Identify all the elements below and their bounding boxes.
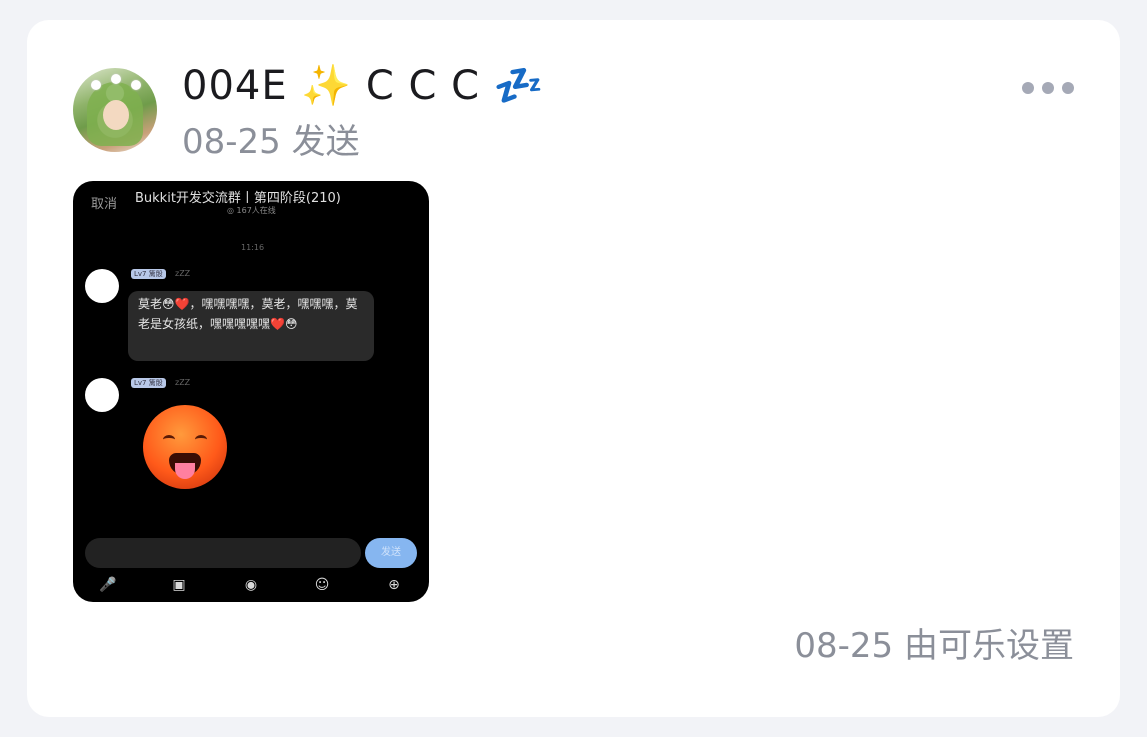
- member-tag: Lv7 篱骰: [131, 269, 166, 279]
- cancel-label: 取消: [91, 197, 118, 212]
- emoji-icon: ☺: [314, 577, 330, 593]
- message-time: 11:16: [241, 243, 265, 252]
- send-button: 发送: [365, 538, 417, 568]
- group-title: Bukkit开发交流群丨第四阶段(210): [135, 191, 341, 206]
- post-card: 004E ✨ C C C 💤 08-25 发送 取消 Bukkit开发交流群丨第…: [27, 20, 1120, 717]
- chat-avatar: [85, 269, 119, 303]
- camera-icon: ◉: [244, 577, 258, 593]
- avatar[interactable]: [73, 68, 157, 152]
- flower-icon: [91, 80, 101, 90]
- emoji-eye: [163, 435, 175, 444]
- chat-avatar: [85, 378, 119, 412]
- message-input: [85, 538, 361, 568]
- message-bubble: 莫老😳❤️，嘿嘿嘿嘿，莫老，嘿嘿嘿，莫老是女孩纸，嘿嘿嘿嘿嘿❤️😳: [128, 291, 374, 361]
- emoji-tongue: [175, 463, 195, 479]
- online-count: ◎ 167人在线: [227, 206, 276, 215]
- ellipsis-icon: [1042, 82, 1054, 94]
- member-name: zZZ: [175, 378, 191, 387]
- plus-icon: ⊕: [388, 577, 400, 593]
- post-footer: 08-25 由可乐设置: [794, 626, 1074, 666]
- author-name[interactable]: 004E ✨ C C C 💤: [182, 62, 545, 109]
- member-tag: Lv7 篱骰: [131, 378, 166, 388]
- mic-icon: 🎤: [99, 577, 117, 593]
- member-name: zZZ: [175, 269, 191, 278]
- chat-screenshot-image[interactable]: 取消 Bukkit开发交流群丨第四阶段(210) ◎ 167人在线 11:16 …: [73, 181, 429, 602]
- emoji-eye: [195, 435, 207, 444]
- flushed-face-tongue-emoji: [143, 405, 227, 489]
- ellipsis-icon: [1022, 82, 1034, 94]
- image-icon: ▣: [172, 577, 186, 593]
- post-meta: 08-25 发送: [182, 122, 360, 162]
- ellipsis-icon: [1062, 82, 1074, 94]
- more-button[interactable]: [1022, 82, 1074, 94]
- avatar-face: [103, 100, 129, 130]
- flower-icon: [131, 80, 141, 90]
- flower-icon: [111, 74, 121, 84]
